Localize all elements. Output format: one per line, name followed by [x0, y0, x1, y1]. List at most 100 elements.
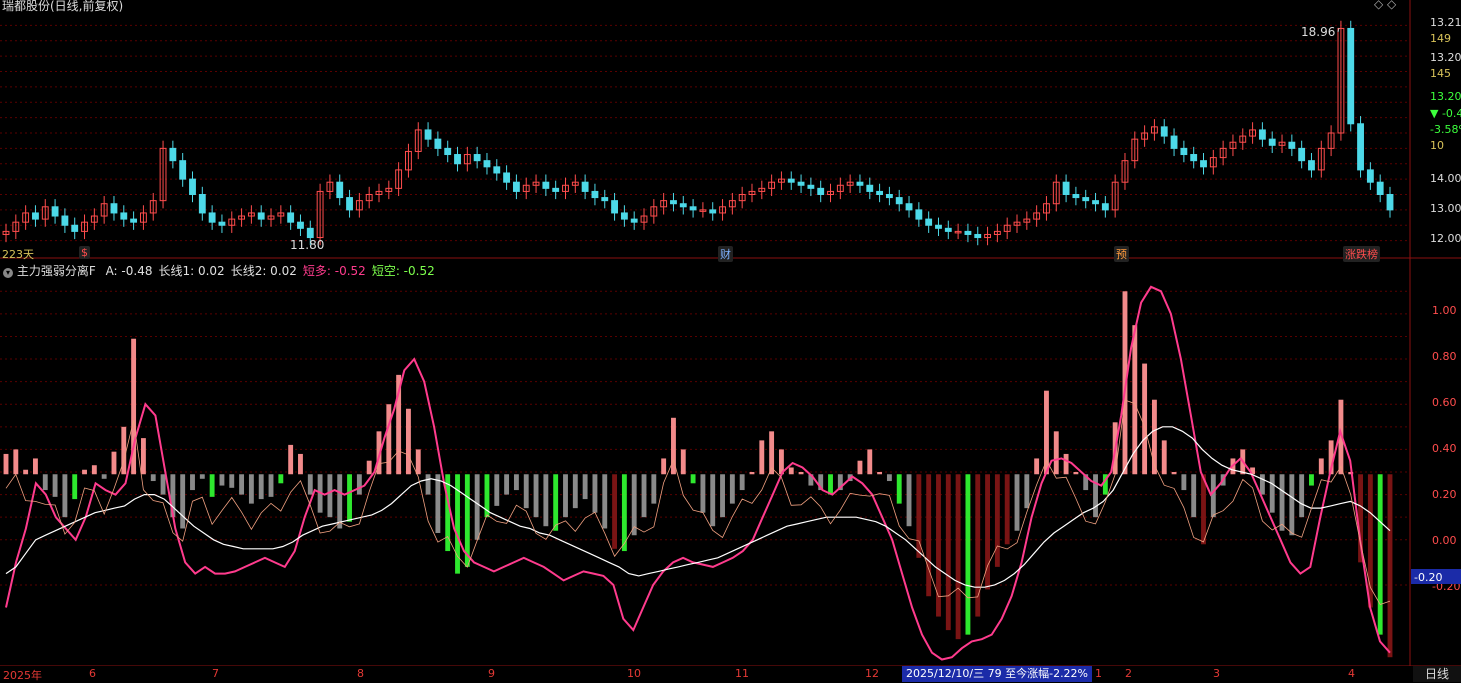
indicator-bar: [219, 474, 225, 486]
indicator-bar: [347, 474, 352, 522]
indicator-bar: [749, 472, 755, 475]
indicator-bar: [955, 474, 961, 640]
candle-body: [630, 218, 638, 223]
indicator-bar: [1181, 474, 1187, 491]
candle-body: [964, 230, 972, 235]
indicator-bar: [298, 453, 303, 475]
x-axis-bar: [0, 666, 1461, 682]
chart-canvas: 13.2114913.2014513.20▼ -0.49-3.58%1014.0…: [0, 0, 1461, 682]
indicator-bar: [1053, 431, 1059, 475]
indicator-bar: [494, 474, 500, 506]
indicator-bar: [1279, 474, 1285, 531]
event-marker-forecast[interactable]: 预: [1114, 246, 1129, 262]
indicator-bar: [602, 474, 608, 529]
indicator-bar: [553, 474, 559, 531]
candle-body: [1101, 203, 1109, 211]
indicator-bar: [631, 474, 637, 536]
indicator-value-0: A: -0.48: [105, 264, 153, 278]
indicator-bar: [239, 474, 245, 495]
candle-body: [1160, 126, 1168, 137]
indicator-bar: [867, 449, 873, 475]
candle-body: [218, 221, 226, 226]
indicator-bar: [1004, 474, 1010, 545]
indicator-value-2: 长线2: 0.02: [230, 264, 297, 278]
indicator-bar: [1034, 458, 1040, 475]
x-axis-label: 12: [865, 667, 879, 680]
title-controls[interactable]: ◇ ◇: [1374, 0, 1396, 11]
candle-body: [130, 218, 138, 223]
candle-body: [581, 181, 589, 192]
indicator-bar: [278, 474, 284, 484]
price-tick-label: 10: [1430, 139, 1444, 152]
price-tick-label: 13.20: [1430, 51, 1461, 64]
indicator-bar: [1387, 474, 1393, 658]
indicator-bar: [52, 474, 58, 497]
indicator-bar: [513, 474, 519, 491]
candle-body: [679, 203, 687, 208]
indicator-bar: [366, 460, 372, 475]
indicator-bar: [523, 474, 529, 509]
candle-body: [208, 212, 216, 223]
indicator-value-3: 短多: -0.52: [302, 264, 366, 278]
candle-body: [807, 184, 815, 189]
candle-body: [1200, 160, 1207, 168]
indicator-bar: [386, 404, 392, 475]
indicator-bar: [700, 474, 706, 513]
indicator-bar: [1044, 390, 1049, 475]
candle-body: [856, 181, 864, 186]
indicator-bar: [268, 474, 274, 497]
x-axis-label: 3: [1213, 667, 1220, 680]
price-tick-label: 12.00: [1430, 232, 1461, 245]
indicator-bar: [1299, 474, 1305, 518]
indicator-bar: [1210, 474, 1216, 518]
indicator-bar: [356, 474, 362, 495]
candle-body: [169, 147, 177, 162]
candle-body: [424, 129, 432, 140]
event-marker-finance[interactable]: 财: [718, 246, 733, 262]
indicator-bar: [33, 458, 38, 475]
period-tab-daily[interactable]: 日线: [1413, 666, 1461, 682]
candle-body: [1298, 147, 1306, 162]
candle-body: [1072, 194, 1080, 199]
candle-body: [1258, 129, 1266, 140]
indicator-bar: [258, 474, 264, 500]
event-marker-ranking[interactable]: 涨跌榜: [1343, 246, 1380, 262]
indicator-bar: [1377, 474, 1383, 635]
indicator-bar: [91, 465, 97, 475]
indicator-bar: [1151, 399, 1157, 475]
x-axis-label: 11: [735, 667, 749, 680]
indicator-tick-label: 0.60: [1432, 396, 1457, 409]
indicator-bar: [612, 474, 618, 549]
candle-body: [866, 184, 874, 192]
indicator-tick-label: 0.40: [1432, 442, 1457, 455]
indicator-current-value: -0.20: [1414, 571, 1442, 584]
low-price-label: 11.80: [290, 238, 325, 252]
candle-body: [611, 200, 618, 214]
candle-body: [179, 160, 187, 180]
candle-body: [512, 181, 520, 192]
price-tick-label: 145: [1430, 67, 1451, 80]
indicator-bar: [710, 474, 716, 527]
candle-body: [1268, 138, 1276, 146]
indicator-bar: [23, 469, 29, 475]
indicator-bar: [180, 474, 186, 529]
candle-body: [885, 194, 893, 199]
indicator-bar: [111, 451, 117, 475]
candle-body: [876, 190, 884, 196]
indicator-bar: [121, 426, 127, 475]
indicator-bar: [1259, 474, 1265, 495]
indicator-bar: [1161, 440, 1167, 475]
indicator-bar: [474, 474, 480, 540]
indicator-bar: [592, 474, 598, 513]
indicator-bar: [886, 474, 892, 482]
candle-body: [944, 227, 952, 232]
event-marker-dollar[interactable]: $: [79, 246, 90, 259]
indicator-bar: [1024, 474, 1030, 509]
candle-body: [483, 160, 491, 168]
candle-body: [542, 181, 550, 189]
candle-body: [61, 215, 69, 226]
candle-body: [120, 212, 128, 220]
indicator-bar: [13, 449, 19, 475]
indicator-bar: [82, 469, 87, 475]
indicator-collapse-icon[interactable]: ▾: [3, 268, 13, 278]
